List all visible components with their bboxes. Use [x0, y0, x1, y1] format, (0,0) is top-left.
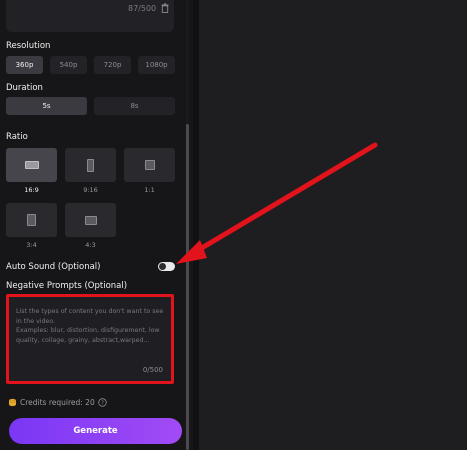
negative-prompts-label: Negative Prompts (Optional) — [6, 281, 128, 291]
ratio-label-16-9: 16:9 — [24, 186, 39, 194]
auto-sound-toggle[interactable] — [158, 262, 175, 271]
credits-info: Credits required: 20 ? — [8, 398, 107, 407]
ratio-label: Ratio — [6, 132, 28, 142]
ratio-label-4-3: 4:3 — [85, 241, 96, 249]
ratio-1-1-icon — [144, 160, 155, 170]
auto-sound-label: Auto Sound (Optional) — [6, 262, 101, 272]
negative-prompts-input[interactable]: List the types of content you don't want… — [6, 294, 174, 384]
toggle-knob — [159, 263, 166, 270]
ratio-9-16-icon — [87, 158, 94, 172]
resolution-label: Resolution — [6, 41, 51, 51]
scrollbar-thumb[interactable] — [186, 124, 189, 450]
help-icon[interactable]: ? — [98, 398, 107, 407]
credits-text: Credits required: 20 — [20, 398, 95, 407]
resolution-option-540p[interactable]: 540p — [50, 56, 87, 74]
ratio-option-9-16[interactable] — [65, 148, 116, 182]
negative-prompts-char-count: 0/500 — [142, 366, 163, 374]
coins-icon — [8, 398, 17, 407]
duration-label: Duration — [6, 83, 43, 93]
ratio-label-1-1: 1:1 — [144, 186, 155, 194]
ratio-label-3-4: 3:4 — [26, 241, 37, 249]
ratio-option-16-9[interactable] — [6, 148, 57, 182]
trash-icon[interactable] — [161, 3, 169, 13]
ratio-3-4-icon — [27, 214, 36, 226]
duration-option-5s[interactable]: 5s — [6, 97, 87, 115]
negative-prompts-placeholder: List the types of content you don't want… — [16, 308, 164, 344]
ratio-option-4-3[interactable] — [65, 203, 116, 237]
ratio-4-3-icon — [84, 215, 97, 225]
preview-pane — [199, 0, 467, 450]
ratio-option-3-4[interactable] — [6, 203, 57, 237]
ratio-option-1-1[interactable] — [124, 148, 175, 182]
resolution-option-1080p[interactable]: 1080p — [138, 56, 175, 74]
resolution-option-360p[interactable]: 360p — [6, 56, 43, 74]
resolution-option-720p[interactable]: 720p — [94, 56, 131, 74]
ratio-16-9-icon — [24, 161, 39, 169]
prompt-input[interactable]: 87/500 — [6, 0, 174, 32]
generate-button[interactable]: Generate — [9, 418, 182, 444]
svg-text:?: ? — [101, 400, 104, 406]
ratio-label-9-16: 9:16 — [83, 186, 98, 194]
settings-panel: 87/500 Resolution 360p 540p 720p 1080p D… — [0, 0, 187, 450]
prompt-char-count: 87/500 — [128, 4, 157, 13]
duration-option-8s[interactable]: 8s — [94, 97, 175, 115]
